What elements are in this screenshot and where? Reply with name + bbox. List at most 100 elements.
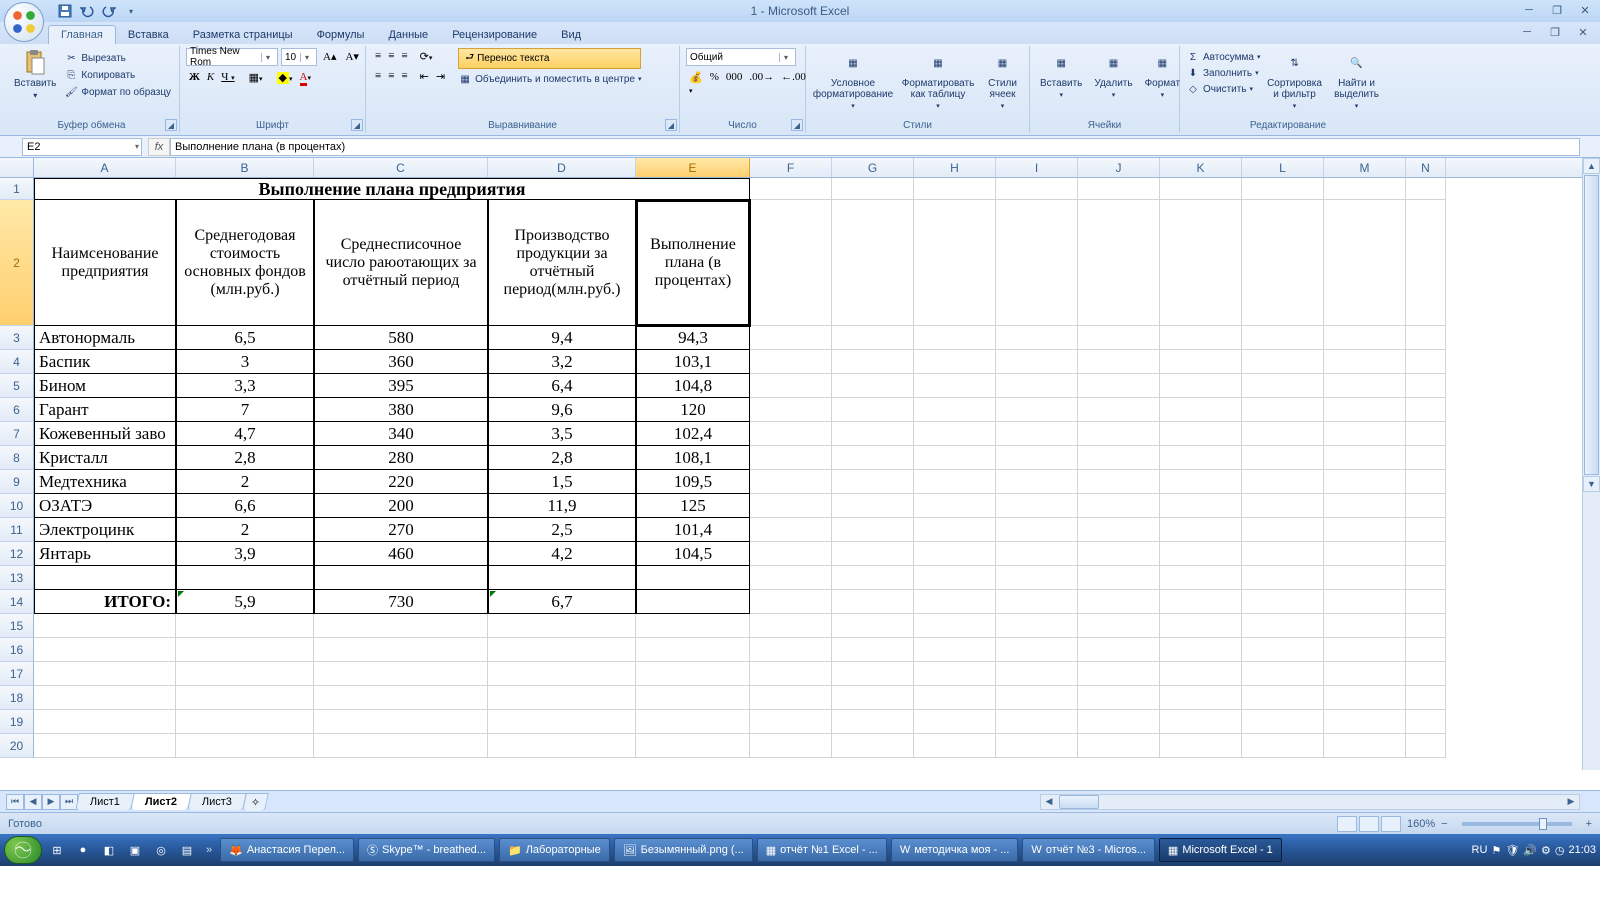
data-cell[interactable]: 3,5 xyxy=(488,422,636,446)
header-cell-2[interactable]: Среднесписочное число раюотающих за отчё… xyxy=(314,200,488,326)
cell[interactable] xyxy=(1324,200,1406,326)
header-cell-1[interactable]: Среднегодовая стоимость основных фондов … xyxy=(176,200,314,326)
cell[interactable] xyxy=(636,734,750,758)
cell[interactable] xyxy=(914,494,996,518)
cell[interactable] xyxy=(832,590,914,614)
row-header-15[interactable]: 15 xyxy=(0,614,34,638)
cell[interactable] xyxy=(1160,542,1242,566)
cell[interactable] xyxy=(996,398,1078,422)
data-cell[interactable]: Кристалл xyxy=(34,446,176,470)
row-header-16[interactable]: 16 xyxy=(0,638,34,662)
data-cell[interactable]: 2,8 xyxy=(488,446,636,470)
cell[interactable] xyxy=(488,662,636,686)
ql-icon[interactable]: ◧ xyxy=(98,839,120,861)
cell[interactable] xyxy=(1078,326,1160,350)
shrink-font-button[interactable]: A▾ xyxy=(342,48,361,66)
comma-button[interactable]: 000 xyxy=(723,69,746,98)
cell[interactable] xyxy=(1160,398,1242,422)
cell[interactable] xyxy=(1160,178,1242,200)
cell[interactable] xyxy=(1242,446,1324,470)
column-header-K[interactable]: K xyxy=(1160,158,1242,177)
cell[interactable] xyxy=(914,398,996,422)
undo-icon[interactable] xyxy=(78,2,96,20)
paste-button[interactable]: Вставить▾ xyxy=(10,48,60,102)
column-header-J[interactable]: J xyxy=(1078,158,1160,177)
data-cell[interactable]: 2 xyxy=(176,470,314,494)
cell[interactable] xyxy=(1406,662,1446,686)
cell[interactable] xyxy=(996,200,1078,326)
sheet-nav-prev[interactable]: ◀ xyxy=(24,794,42,810)
cell[interactable] xyxy=(1324,662,1406,686)
clock[interactable]: 21:03 xyxy=(1568,844,1596,856)
cell[interactable] xyxy=(1160,518,1242,542)
row-header-8[interactable]: 8 xyxy=(0,446,34,470)
cell[interactable] xyxy=(1242,734,1324,758)
data-cell[interactable]: 220 xyxy=(314,470,488,494)
task-excel-active[interactable]: ▦Microsoft Excel - 1 xyxy=(1159,838,1282,862)
tray-icon[interactable]: ⚑ xyxy=(1491,844,1501,857)
cell[interactable] xyxy=(1406,590,1446,614)
cell[interactable] xyxy=(314,614,488,638)
cell[interactable] xyxy=(1078,686,1160,710)
cell[interactable] xyxy=(1078,638,1160,662)
row-header-5[interactable]: 5 xyxy=(0,374,34,398)
data-cell[interactable]: 460 xyxy=(314,542,488,566)
cell[interactable] xyxy=(1324,398,1406,422)
cell[interactable] xyxy=(1406,200,1446,326)
cell[interactable] xyxy=(1078,590,1160,614)
row-header-10[interactable]: 10 xyxy=(0,494,34,518)
align-right-button[interactable]: ≡ xyxy=(398,68,410,85)
save-icon[interactable] xyxy=(56,2,74,20)
cell[interactable] xyxy=(1160,374,1242,398)
tab-home[interactable]: Главная xyxy=(48,25,116,44)
cell[interactable] xyxy=(832,662,914,686)
cell[interactable] xyxy=(996,662,1078,686)
conditional-formatting-button[interactable]: ▦Условное форматирование▾ xyxy=(812,48,894,112)
cell[interactable] xyxy=(750,200,832,326)
cell[interactable] xyxy=(636,614,750,638)
cell[interactable] xyxy=(914,374,996,398)
cell[interactable] xyxy=(750,686,832,710)
cell[interactable] xyxy=(1242,422,1324,446)
indent-decrease-button[interactable]: ⇤ xyxy=(417,68,432,85)
data-cell[interactable]: 3 xyxy=(176,350,314,374)
fill-color-button[interactable]: ◆▾ xyxy=(274,69,296,86)
row-header-20[interactable]: 20 xyxy=(0,734,34,758)
data-cell[interactable]: 101,4 xyxy=(636,518,750,542)
cell[interactable] xyxy=(1324,446,1406,470)
cell-styles-button[interactable]: ▦Стили ячеек▾ xyxy=(982,48,1023,112)
row-header-4[interactable]: 4 xyxy=(0,350,34,374)
zoom-out-button[interactable]: − xyxy=(1441,818,1447,830)
format-painter-button[interactable]: 🖌Формат по образцу xyxy=(64,85,171,99)
clear-button[interactable]: ◇Очистить ▾ xyxy=(1186,82,1261,96)
cell[interactable] xyxy=(1242,326,1324,350)
cell[interactable] xyxy=(1242,494,1324,518)
cell[interactable] xyxy=(996,374,1078,398)
ql-icon[interactable]: ◎ xyxy=(150,839,172,861)
tray-icon[interactable]: ⚙ xyxy=(1541,844,1551,857)
task-word[interactable]: Wметодичка моя - ... xyxy=(891,838,1019,862)
data-cell[interactable]: 340 xyxy=(314,422,488,446)
cell[interactable] xyxy=(1160,494,1242,518)
data-cell[interactable]: 108,1 xyxy=(636,446,750,470)
tab-view[interactable]: Вид xyxy=(549,26,593,44)
cell[interactable] xyxy=(1324,734,1406,758)
column-header-N[interactable]: N xyxy=(1406,158,1446,177)
data-cell[interactable]: 102,4 xyxy=(636,422,750,446)
doc-restore-button[interactable]: ❐ xyxy=(1544,24,1566,40)
cell[interactable] xyxy=(1324,686,1406,710)
data-cell[interactable]: 580 xyxy=(314,326,488,350)
cell[interactable] xyxy=(750,638,832,662)
cell[interactable] xyxy=(1406,518,1446,542)
cell[interactable] xyxy=(1078,710,1160,734)
data-cell[interactable]: 2,5 xyxy=(488,518,636,542)
cell[interactable] xyxy=(832,200,914,326)
cell[interactable] xyxy=(914,614,996,638)
cell[interactable] xyxy=(832,374,914,398)
maximize-button[interactable]: ❐ xyxy=(1546,2,1568,18)
cell[interactable] xyxy=(1078,398,1160,422)
cell[interactable] xyxy=(1406,686,1446,710)
alignment-launcher[interactable]: ◢ xyxy=(665,119,677,131)
column-header-A[interactable]: A xyxy=(34,158,176,177)
cell[interactable] xyxy=(1406,422,1446,446)
